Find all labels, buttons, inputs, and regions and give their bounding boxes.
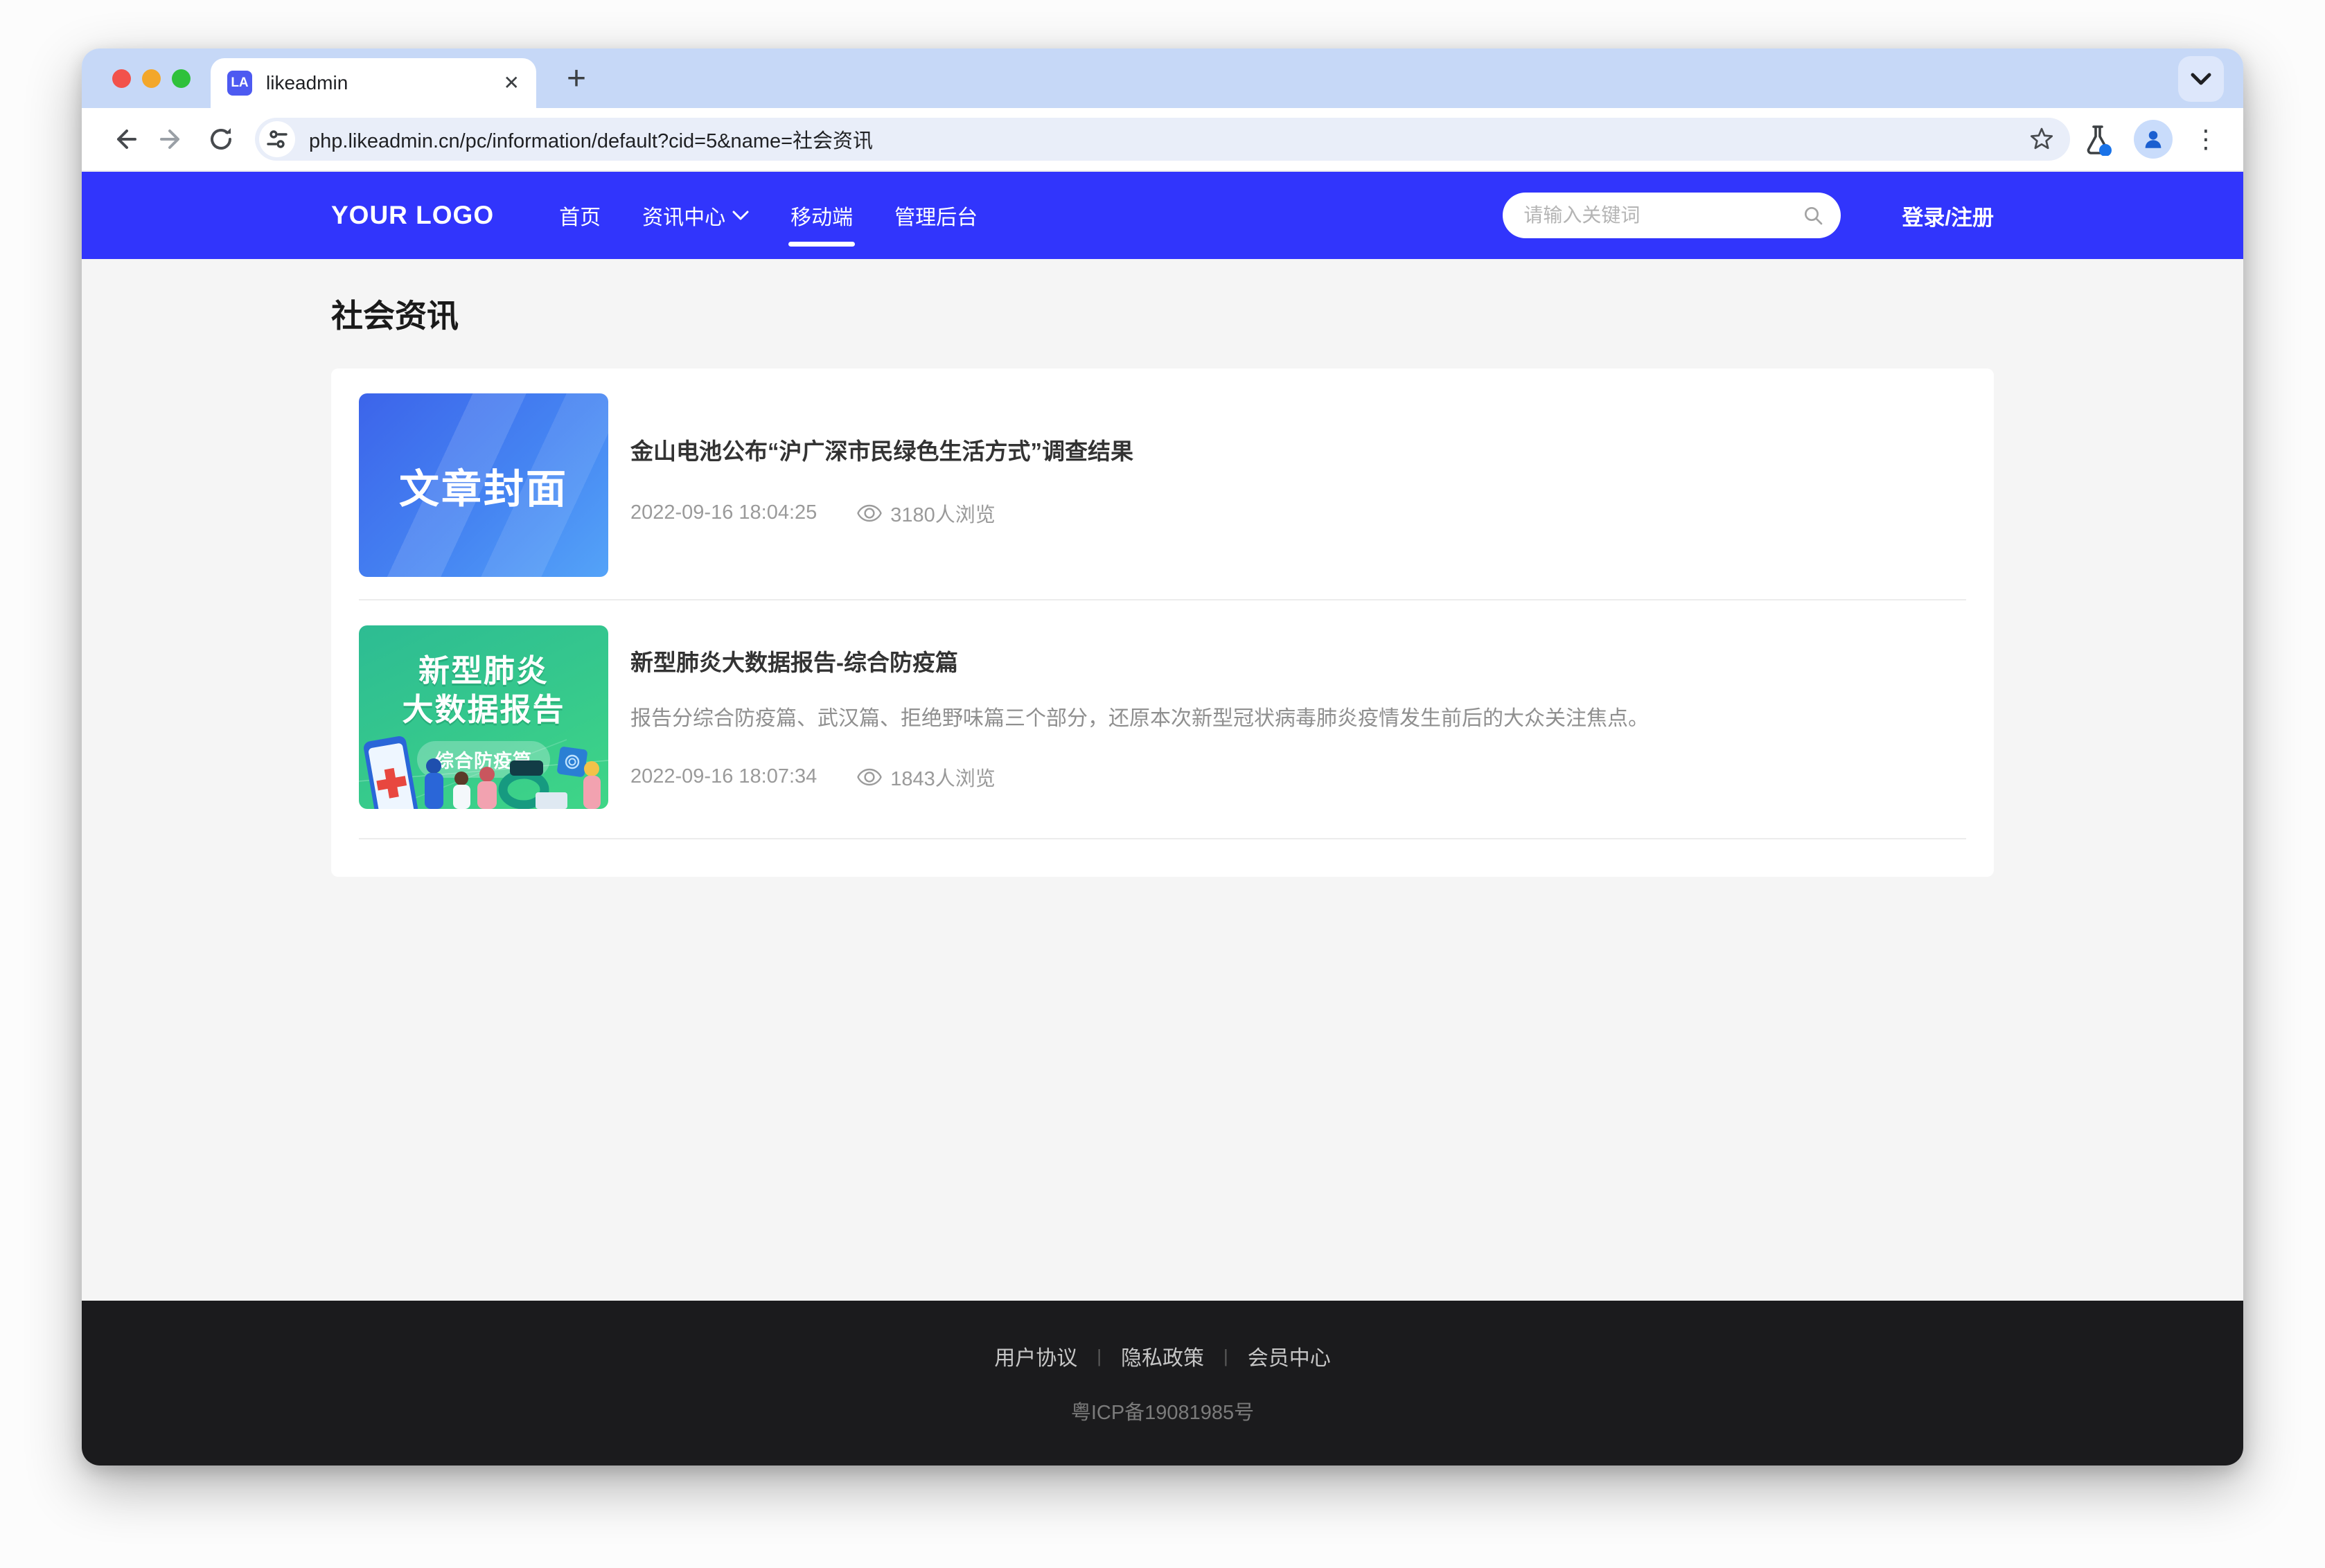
footer-link-user-agreement[interactable]: 用户协议 bbox=[994, 1341, 1077, 1371]
nav-item-label: 资讯中心 bbox=[642, 200, 725, 231]
article-list-card: 文章封面 金山电池公布“沪广深市民绿色生活方式”调查结果 2022-09-16 … bbox=[331, 368, 1994, 877]
tab-strip: LA likeadmin ✕ + bbox=[82, 48, 2243, 108]
footer-link-member-center[interactable]: 会员中心 bbox=[1248, 1341, 1331, 1371]
article-thumbnail[interactable]: 新型肺炎 大数据报告 综合防疫篇 bbox=[359, 625, 608, 809]
search-icon[interactable] bbox=[1802, 204, 1824, 226]
eye-icon bbox=[857, 504, 882, 522]
article-views: 1843人浏览 bbox=[890, 763, 996, 792]
tab-title: likeadmin bbox=[266, 72, 490, 94]
site-search bbox=[1503, 193, 1841, 238]
nav-item-label: 移动端 bbox=[790, 200, 853, 231]
article-row[interactable]: 新型肺炎 大数据报告 综合防疫篇 bbox=[359, 625, 1966, 809]
thumbnail-text-line2: 大数据报告 bbox=[402, 691, 565, 729]
article-row[interactable]: 文章封面 金山电池公布“沪广深市民绿色生活方式”调查结果 2022-09-16 … bbox=[359, 393, 1966, 577]
site-settings-button[interactable] bbox=[259, 121, 295, 157]
divider bbox=[359, 838, 1966, 839]
site-logo[interactable]: YOUR LOGO bbox=[331, 201, 494, 230]
maximize-window-button[interactable] bbox=[172, 69, 191, 88]
icp-record-number: 粤ICP备19081985号 bbox=[1071, 1396, 1254, 1425]
tab-search-button[interactable] bbox=[2178, 56, 2224, 102]
search-input[interactable] bbox=[1523, 204, 1802, 226]
bookmark-star-icon[interactable] bbox=[2028, 126, 2055, 152]
active-tab-indicator bbox=[788, 242, 855, 247]
site-nav: 首页 资讯中心 移动端 管理后台 bbox=[538, 172, 998, 259]
article-description: 报告分综合防疫篇、武汉篇、拒绝野味篇三个部分，还原本次新型冠状病毒肺炎疫情发生前… bbox=[630, 704, 1966, 733]
tune-icon bbox=[267, 129, 288, 150]
footer-separator: | bbox=[1097, 1346, 1102, 1367]
nav-item-label: 管理后台 bbox=[894, 200, 978, 231]
nav-item-label: 首页 bbox=[559, 200, 601, 231]
article-views: 3180人浏览 bbox=[890, 499, 996, 528]
eye-icon bbox=[857, 768, 882, 786]
chevron-down-icon bbox=[732, 211, 749, 220]
article-thumbnail[interactable]: 文章封面 bbox=[359, 393, 608, 577]
article-date: 2022-09-16 18:04:25 bbox=[630, 501, 817, 524]
reload-button[interactable] bbox=[201, 119, 241, 159]
browser-toolbar: php.likeadmin.cn/pc/information/default?… bbox=[82, 108, 2243, 172]
browser-menu-button[interactable]: ⋮ bbox=[2193, 127, 2218, 152]
nav-item-admin[interactable]: 管理后台 bbox=[874, 172, 998, 259]
back-button[interactable] bbox=[104, 119, 144, 159]
url-text[interactable]: php.likeadmin.cn/pc/information/default?… bbox=[309, 125, 2028, 154]
browser-tab[interactable]: LA likeadmin ✕ bbox=[211, 58, 536, 108]
browser-window: LA likeadmin ✕ + bbox=[82, 48, 2243, 1465]
article-meta: 2022-09-16 18:07:34 1843人浏览 bbox=[630, 763, 1966, 792]
page-body: 社会资讯 文章封面 金山电池公布“沪广深市民绿色生活方式”调查结果 2022-0… bbox=[82, 259, 2243, 1301]
experiments-flask-icon[interactable] bbox=[2083, 123, 2113, 156]
profile-avatar[interactable] bbox=[2134, 120, 2173, 159]
tab-favicon: LA bbox=[227, 71, 252, 96]
nav-item-home[interactable]: 首页 bbox=[538, 172, 621, 259]
nav-item-news-center[interactable]: 资讯中心 bbox=[621, 172, 770, 259]
toolbar-right-icons: ⋮ bbox=[2083, 120, 2225, 159]
back-arrow-icon bbox=[110, 125, 138, 153]
forward-arrow-icon bbox=[159, 125, 186, 153]
footer-link-privacy-policy[interactable]: 隐私政策 bbox=[1121, 1341, 1204, 1371]
tab-close-icon[interactable]: ✕ bbox=[504, 73, 520, 93]
new-tab-button[interactable]: + bbox=[557, 60, 596, 98]
nav-item-mobile[interactable]: 移动端 bbox=[770, 172, 874, 259]
article-title[interactable]: 金山电池公布“沪广深市民绿色生活方式”调查结果 bbox=[630, 438, 1966, 465]
footer-separator: | bbox=[1223, 1346, 1228, 1367]
thumbnail-text: 文章封面 bbox=[399, 456, 568, 515]
divider bbox=[359, 599, 1966, 600]
thumbnail-illustration bbox=[359, 733, 608, 809]
page-title: 社会资讯 bbox=[331, 291, 1994, 337]
article-date: 2022-09-16 18:07:34 bbox=[630, 765, 817, 788]
forward-button[interactable] bbox=[152, 119, 193, 159]
person-icon bbox=[2141, 127, 2165, 151]
traffic-lights bbox=[112, 48, 191, 108]
reload-icon bbox=[207, 125, 235, 153]
site-footer: 用户协议 | 隐私政策 | 会员中心 粤ICP备19081985号 bbox=[82, 1301, 2243, 1465]
article-title[interactable]: 新型肺炎大数据报告-综合防疫篇 bbox=[630, 649, 1966, 677]
address-bar[interactable]: php.likeadmin.cn/pc/information/default?… bbox=[255, 118, 2070, 161]
chevron-down-icon bbox=[2191, 73, 2211, 85]
article-meta: 2022-09-16 18:04:25 3180人浏览 bbox=[630, 499, 1966, 528]
minimize-window-button[interactable] bbox=[142, 69, 161, 88]
thumbnail-text-line1: 新型肺炎 bbox=[418, 652, 549, 691]
site-header: YOUR LOGO 首页 资讯中心 移动端 bbox=[82, 172, 2243, 259]
close-window-button[interactable] bbox=[112, 69, 131, 88]
login-register-link[interactable]: 登录/注册 bbox=[1902, 200, 1994, 231]
